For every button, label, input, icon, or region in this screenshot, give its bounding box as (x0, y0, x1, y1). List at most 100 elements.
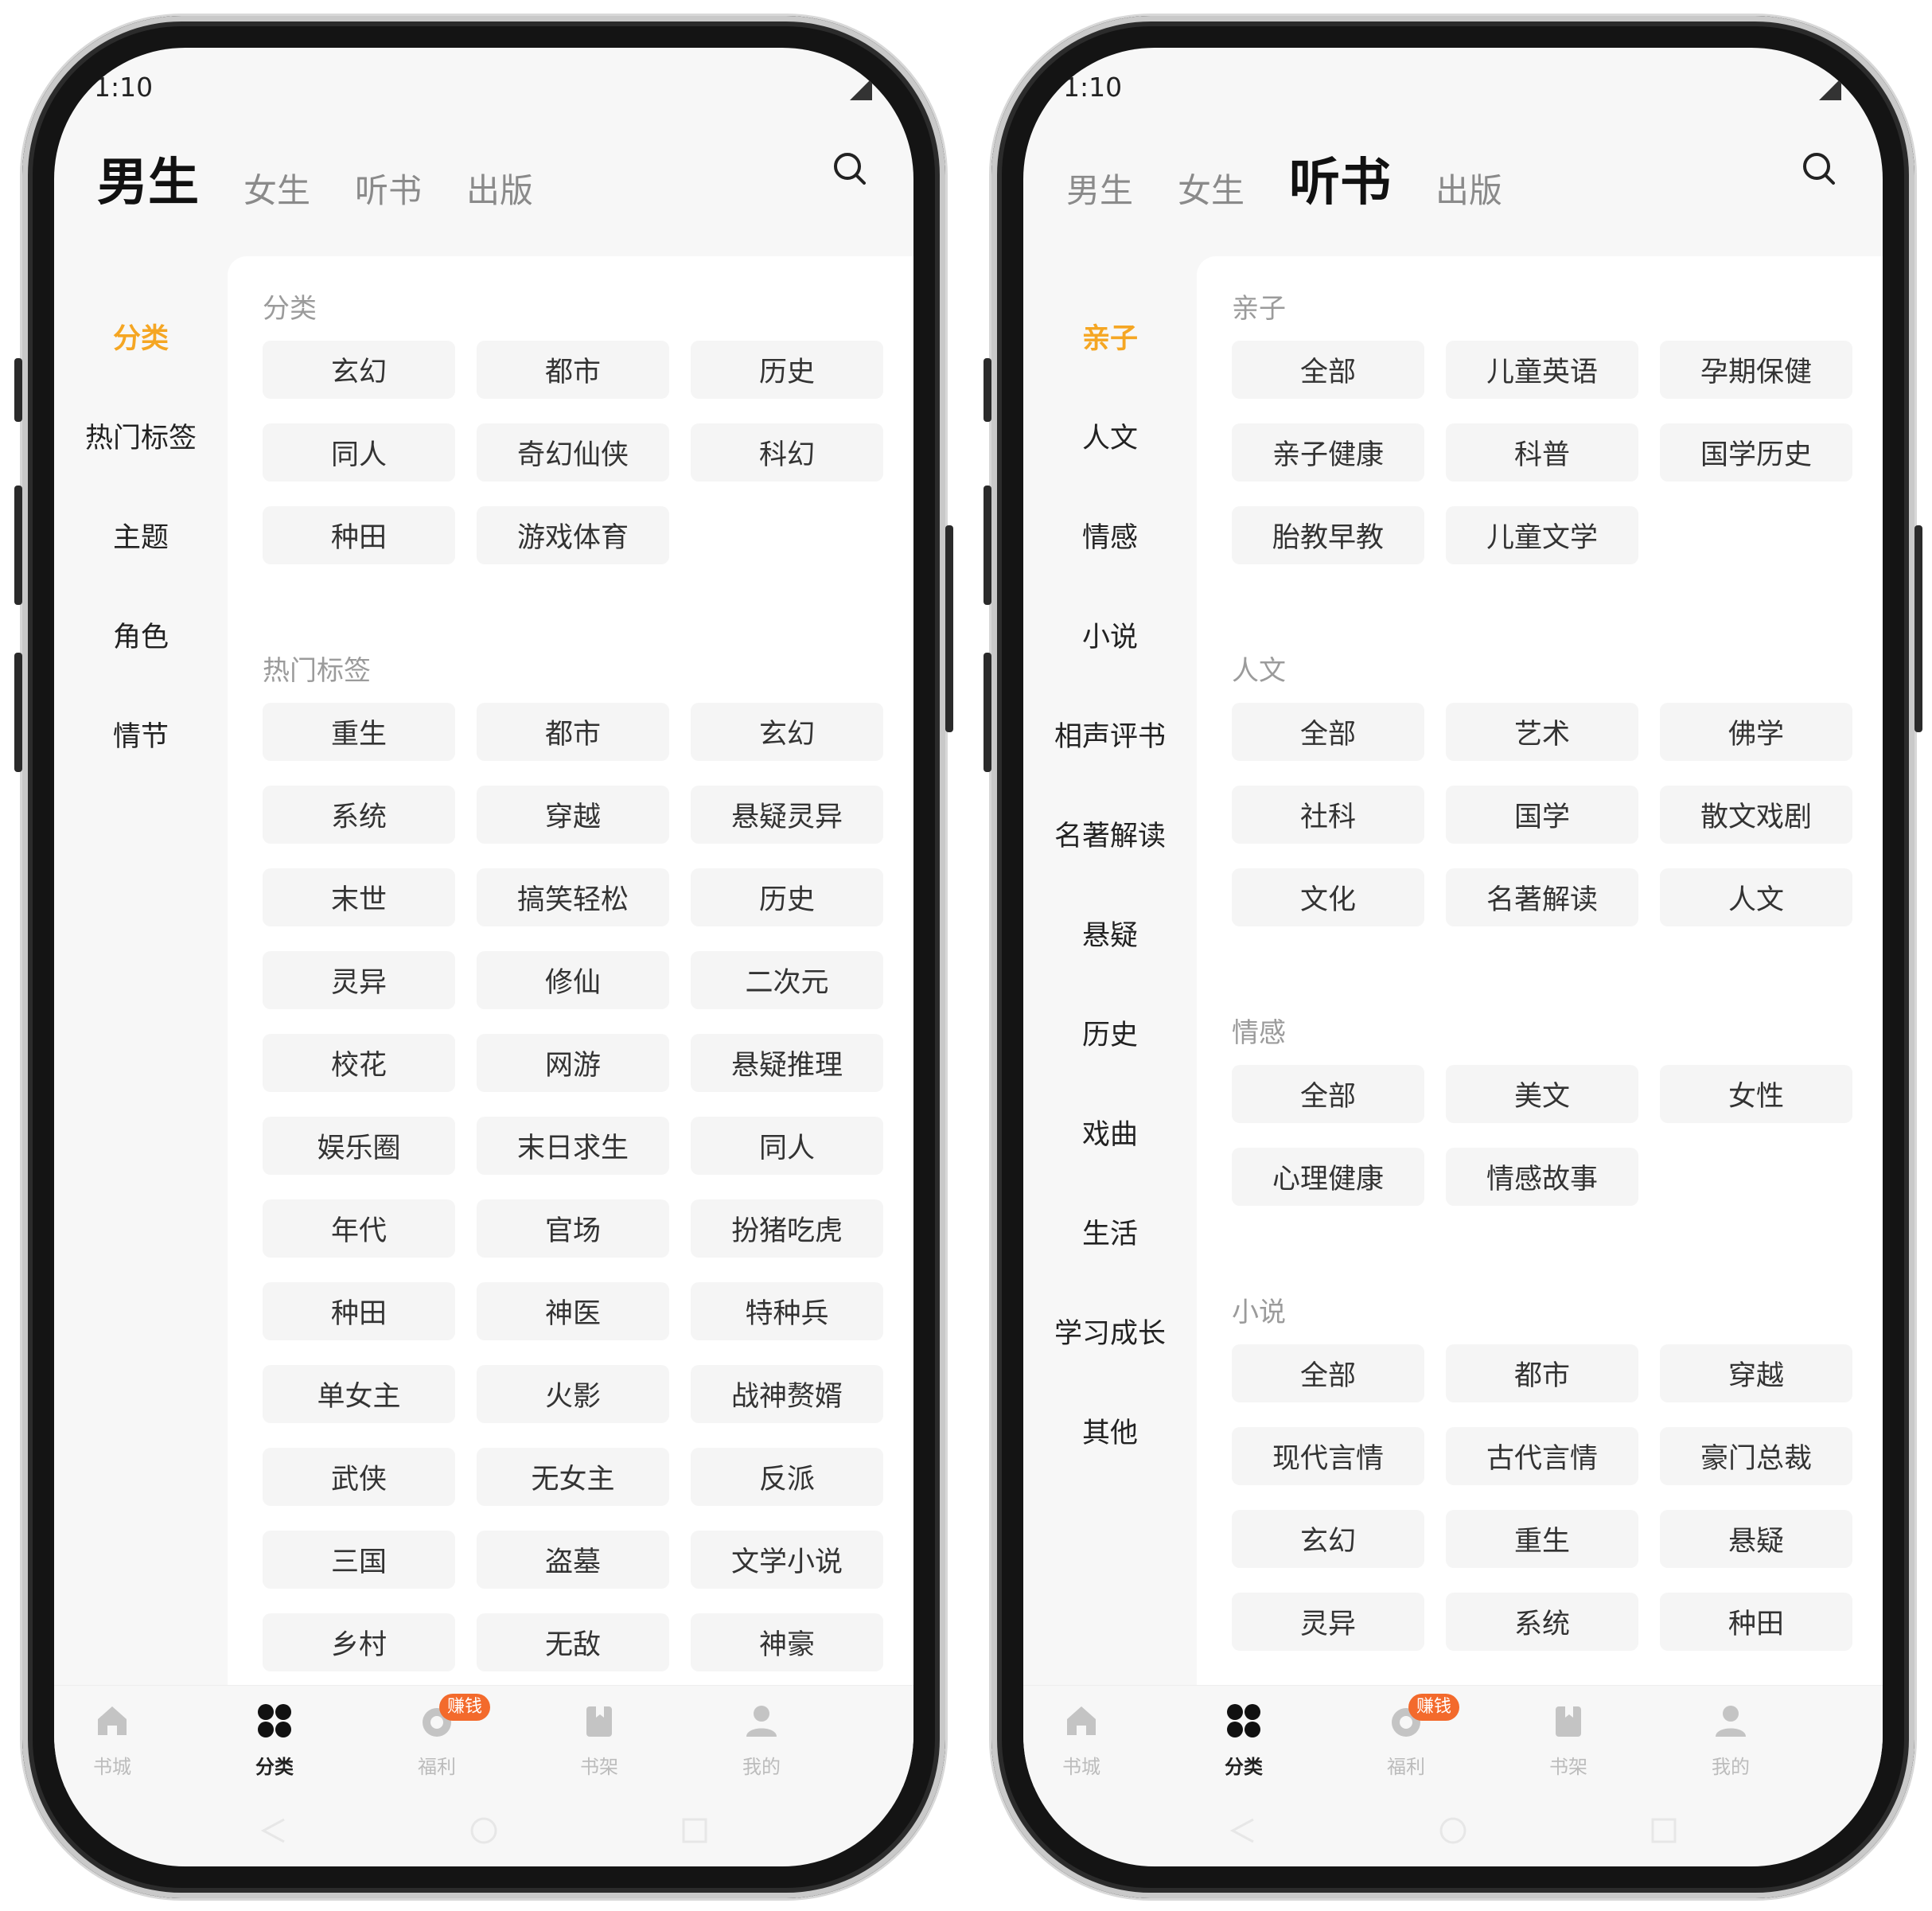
side-nav-item[interactable]: 情节 (54, 684, 228, 784)
category-chip[interactable]: 穿越 (1660, 1344, 1852, 1402)
side-nav-item[interactable]: 戏曲 (1023, 1082, 1197, 1182)
category-chip[interactable]: 特种兵 (691, 1282, 883, 1340)
category-chip[interactable]: 穿越 (477, 786, 669, 844)
category-chip[interactable]: 系统 (263, 786, 455, 844)
category-chip[interactable]: 同人 (691, 1117, 883, 1175)
category-chip[interactable]: 儿童文学 (1446, 506, 1638, 564)
category-chip[interactable]: 种田 (263, 1282, 455, 1340)
side-nav-item[interactable]: 小说 (1023, 585, 1197, 684)
category-chip[interactable]: 玄幻 (1232, 1510, 1424, 1568)
side-nav-item[interactable]: 其他 (1023, 1381, 1197, 1480)
home-gesture-icon[interactable] (1437, 1815, 1469, 1850)
category-chip[interactable]: 单女主 (263, 1365, 455, 1423)
side-nav-item[interactable]: 悬疑 (1023, 883, 1197, 983)
category-chip[interactable]: 系统 (1446, 1593, 1638, 1651)
category-chip[interactable]: 战神赘婿 (691, 1365, 883, 1423)
category-chip[interactable]: 名著解读 (1446, 868, 1638, 926)
search-icon[interactable] (1802, 151, 1837, 186)
back-gesture-icon[interactable] (257, 1815, 289, 1850)
side-nav-item[interactable]: 名著解读 (1023, 784, 1197, 883)
side-nav-item[interactable]: 亲子 (1023, 287, 1197, 386)
category-chip[interactable]: 科普 (1446, 423, 1638, 482)
category-chip[interactable]: 孕期保健 (1660, 341, 1852, 399)
category-chip[interactable]: 情感故事 (1446, 1148, 1638, 1206)
category-chip[interactable]: 历史 (691, 868, 883, 926)
category-chip[interactable]: 校花 (263, 1034, 455, 1092)
side-nav-item[interactable]: 情感 (1023, 486, 1197, 585)
tab-1[interactable]: 男生 (97, 151, 199, 215)
tab-2[interactable]: 女生 (243, 167, 310, 215)
category-chip[interactable]: 玄幻 (691, 703, 883, 761)
side-nav-item[interactable]: 历史 (1023, 983, 1197, 1082)
tab-2[interactable]: 女生 (1178, 167, 1245, 215)
category-chip[interactable]: 重生 (263, 703, 455, 761)
category-chip[interactable]: 无女主 (477, 1448, 669, 1506)
category-chip[interactable]: 搞笑轻松 (477, 868, 669, 926)
side-nav-item[interactable]: 学习成长 (1023, 1281, 1197, 1381)
category-chip[interactable]: 无敌 (477, 1613, 669, 1671)
category-chip[interactable]: 现代言情 (1232, 1427, 1424, 1485)
category-chip[interactable]: 二次元 (691, 951, 883, 1009)
side-nav-item[interactable]: 生活 (1023, 1182, 1197, 1281)
category-chip[interactable]: 女性 (1660, 1065, 1852, 1123)
side-nav-item[interactable]: 角色 (54, 585, 228, 684)
category-chip[interactable]: 奇幻仙侠 (477, 423, 669, 482)
side-nav-item[interactable]: 主题 (54, 486, 228, 585)
category-chip[interactable]: 全部 (1232, 1065, 1424, 1123)
bottom-nav-user[interactable]: 我的 (710, 1686, 813, 1788)
category-chip[interactable]: 佛学 (1660, 703, 1852, 761)
category-chip[interactable]: 全部 (1232, 341, 1424, 399)
tab-3[interactable]: 听书 (355, 167, 422, 215)
category-chip[interactable]: 古代言情 (1446, 1427, 1638, 1485)
category-chip[interactable]: 娱乐圈 (263, 1117, 455, 1175)
bottom-nav-category-grid[interactable]: 分类 (223, 1686, 326, 1788)
category-chip[interactable]: 亲子健康 (1232, 423, 1424, 482)
category-chip[interactable]: 反派 (691, 1448, 883, 1506)
category-chip[interactable]: 末世 (263, 868, 455, 926)
bottom-nav-home[interactable]: 书城 (1030, 1686, 1133, 1788)
category-chip[interactable]: 盗墓 (477, 1531, 669, 1589)
category-chip[interactable]: 年代 (263, 1199, 455, 1258)
category-chip[interactable]: 武侠 (263, 1448, 455, 1506)
category-chip[interactable]: 种田 (263, 506, 455, 564)
category-chip[interactable]: 扮猪吃虎 (691, 1199, 883, 1258)
category-chip[interactable]: 都市 (477, 341, 669, 399)
category-chip[interactable]: 美文 (1446, 1065, 1638, 1123)
category-chip[interactable]: 火影 (477, 1365, 669, 1423)
category-chip[interactable]: 末日求生 (477, 1117, 669, 1175)
category-chip[interactable]: 文化 (1232, 868, 1424, 926)
bottom-nav-bookshelf[interactable]: 书架 (547, 1686, 651, 1788)
category-chip[interactable]: 官场 (477, 1199, 669, 1258)
bottom-nav-coin[interactable]: 福利 赚钱 (385, 1686, 491, 1788)
category-chip[interactable]: 神豪 (691, 1613, 883, 1671)
tab-4[interactable]: 出版 (466, 167, 533, 215)
category-chip[interactable]: 全部 (1232, 1344, 1424, 1402)
recent-apps-icon[interactable] (679, 1815, 711, 1850)
category-chip[interactable]: 网游 (477, 1034, 669, 1092)
side-nav-item[interactable]: 分类 (54, 287, 228, 386)
category-chip[interactable]: 文学小说 (691, 1531, 883, 1589)
bottom-nav-bookshelf[interactable]: 书架 (1517, 1686, 1620, 1788)
category-chip[interactable]: 游戏体育 (477, 506, 669, 564)
category-chip[interactable]: 国学 (1446, 786, 1638, 844)
category-chip[interactable]: 同人 (263, 423, 455, 482)
category-chip[interactable]: 灵异 (263, 951, 455, 1009)
category-chip[interactable]: 悬疑灵异 (691, 786, 883, 844)
category-chip[interactable]: 都市 (477, 703, 669, 761)
bottom-nav-user[interactable]: 我的 (1679, 1686, 1782, 1788)
side-nav-item[interactable]: 相声评书 (1023, 684, 1197, 784)
side-nav-item[interactable]: 人文 (1023, 386, 1197, 486)
category-chip[interactable]: 心理健康 (1232, 1148, 1424, 1206)
category-chip[interactable]: 悬疑 (1660, 1510, 1852, 1568)
back-gesture-icon[interactable] (1226, 1815, 1258, 1850)
category-chip[interactable]: 修仙 (477, 951, 669, 1009)
category-chip[interactable]: 灵异 (1232, 1593, 1424, 1651)
category-chip[interactable]: 人文 (1660, 868, 1852, 926)
category-chip[interactable]: 全部 (1232, 703, 1424, 761)
category-chip[interactable]: 艺术 (1446, 703, 1638, 761)
category-chip[interactable]: 悬疑推理 (691, 1034, 883, 1092)
category-chip[interactable]: 社科 (1232, 786, 1424, 844)
category-chip[interactable]: 种田 (1660, 1593, 1852, 1651)
category-chip[interactable]: 科幻 (691, 423, 883, 482)
category-chip[interactable]: 散文戏剧 (1660, 786, 1852, 844)
